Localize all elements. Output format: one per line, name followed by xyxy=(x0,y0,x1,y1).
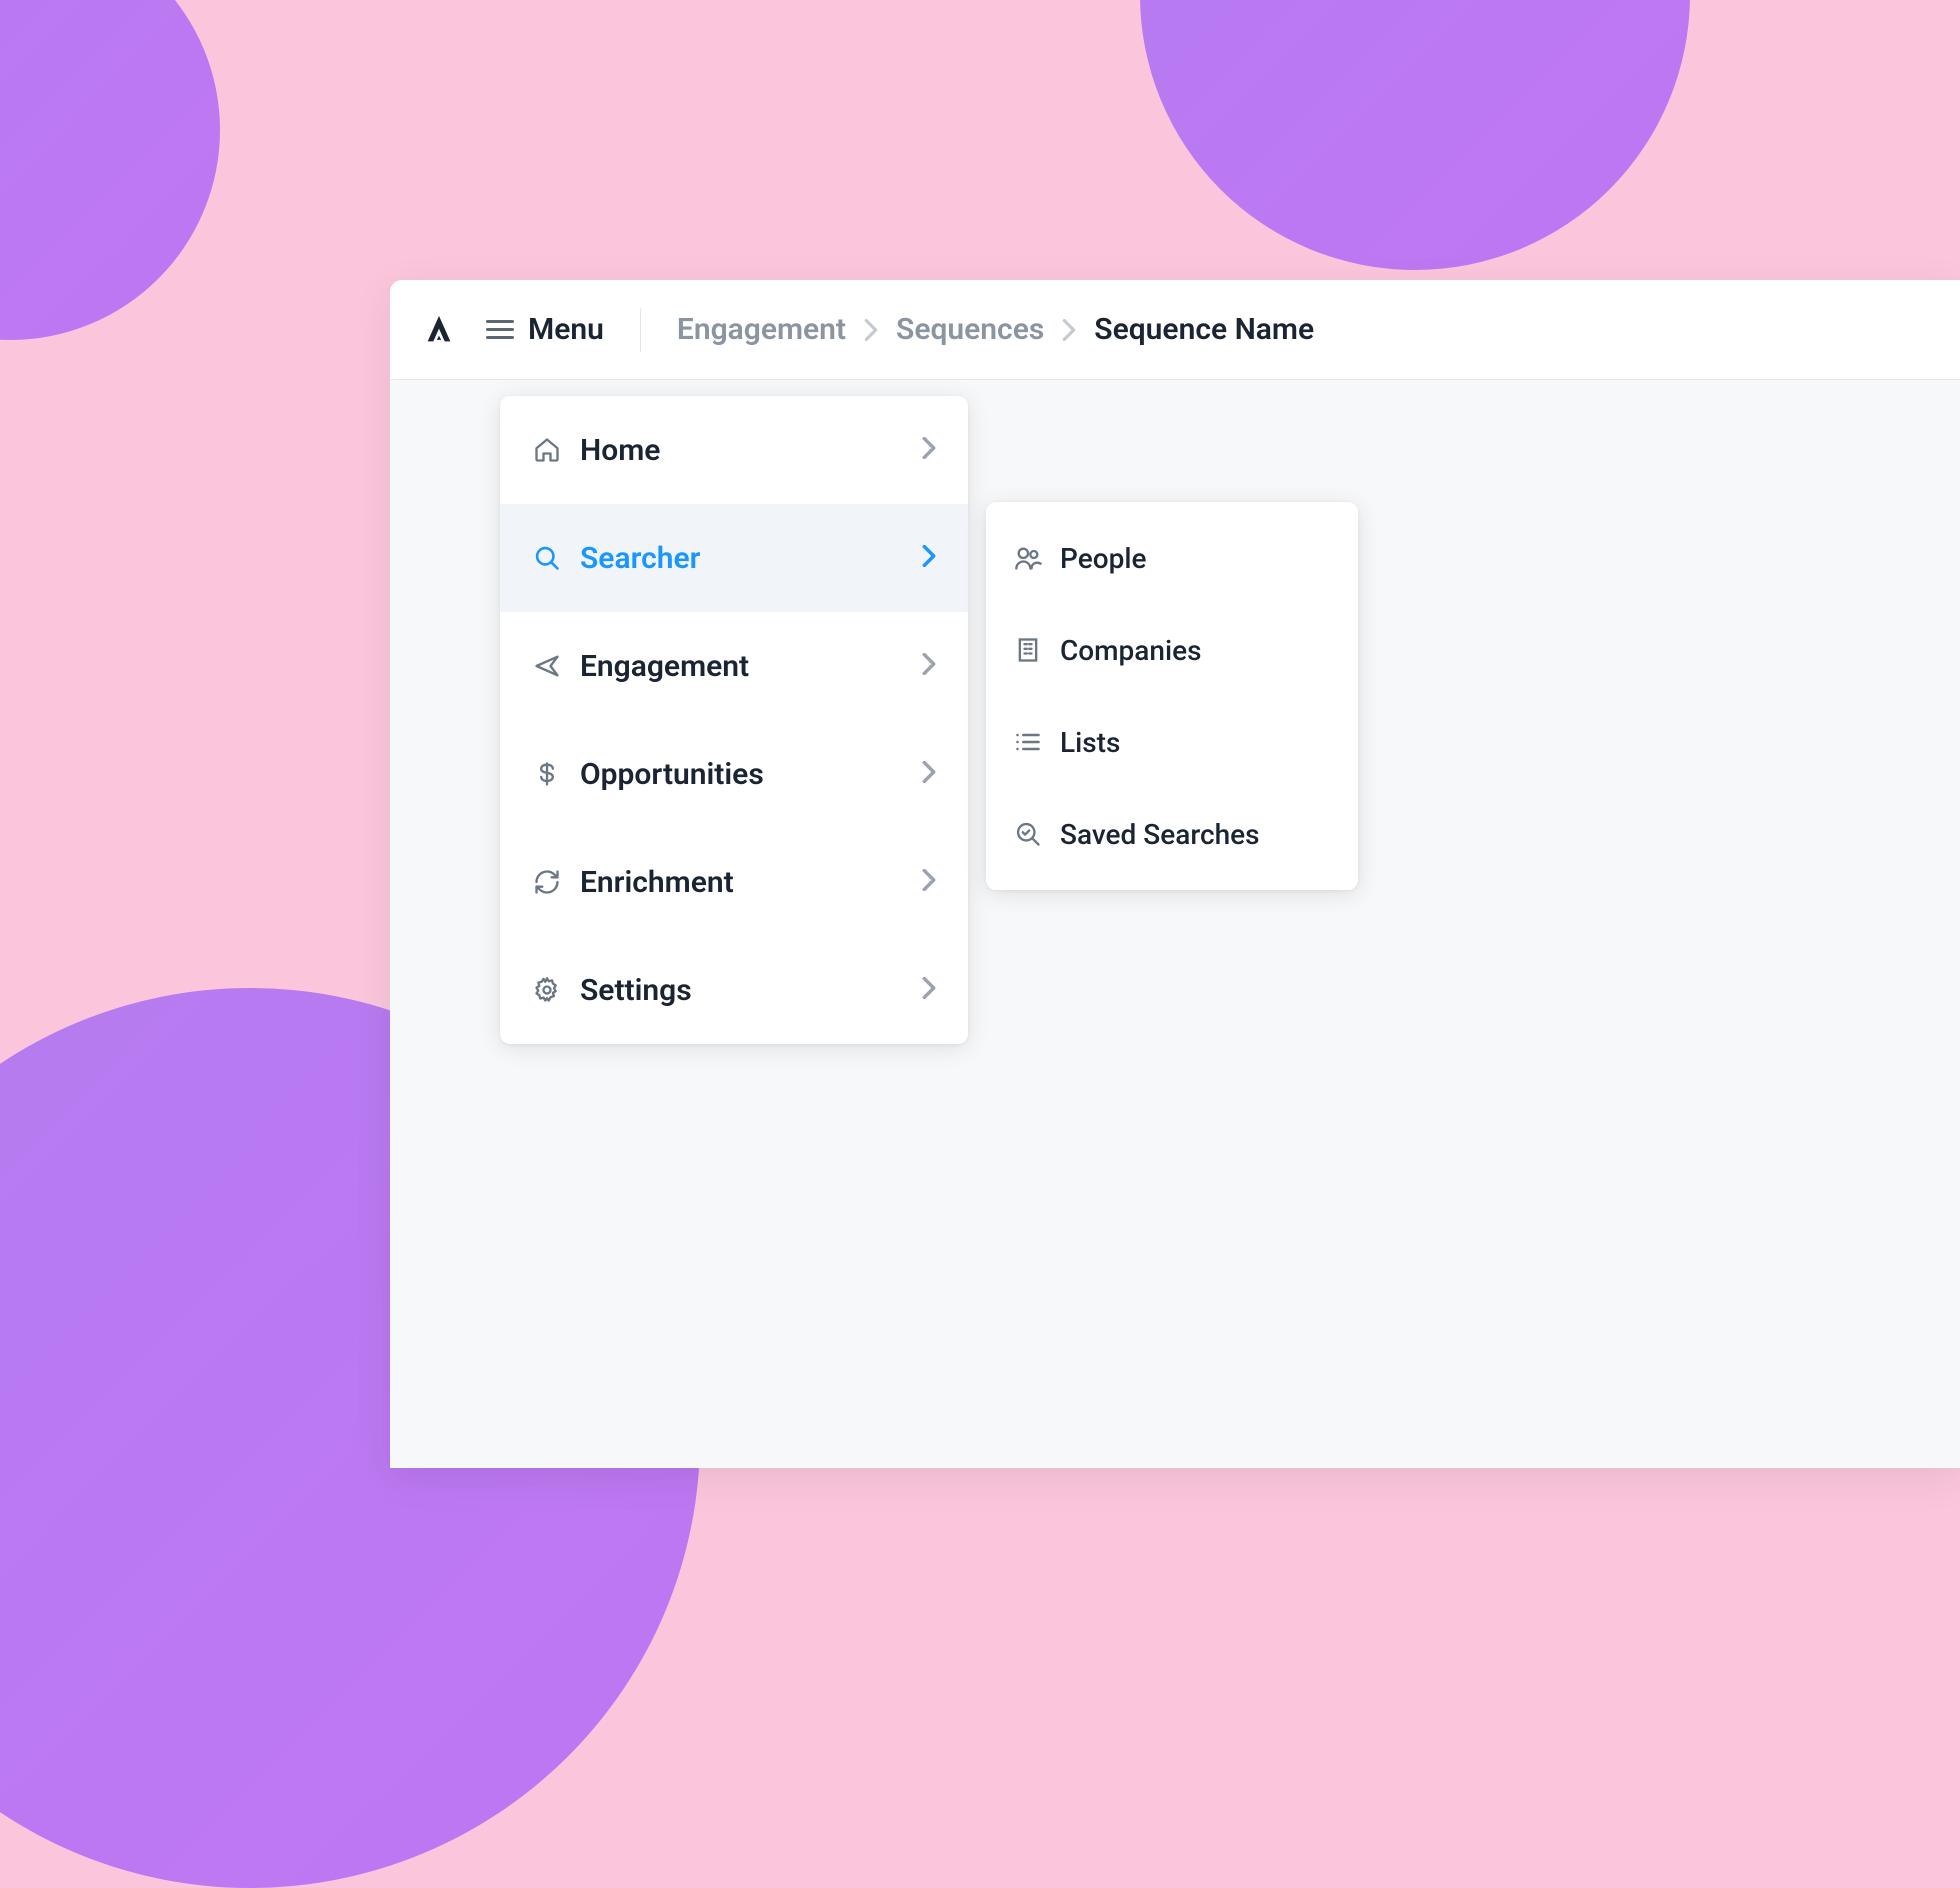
menu-item-label: Home xyxy=(580,433,904,468)
menu-item-searcher[interactable]: Searcher xyxy=(500,504,968,612)
top-bar: Menu Engagement Sequences Sequence Name xyxy=(390,280,1960,380)
building-icon xyxy=(1014,636,1042,664)
menu-item-engagement[interactable]: Engagement xyxy=(500,612,968,720)
list-icon xyxy=(1014,728,1042,756)
submenu-item-lists[interactable]: Lists xyxy=(986,696,1358,788)
breadcrumb-item-current: Sequence Name xyxy=(1094,312,1314,347)
hamburger-icon xyxy=(486,320,514,339)
gear-icon xyxy=(532,975,562,1005)
breadcrumb-item[interactable]: Sequences xyxy=(896,312,1044,347)
submenu-item-companies[interactable]: Companies xyxy=(986,604,1358,696)
home-icon xyxy=(532,435,562,465)
app-window: Menu Engagement Sequences Sequence Name … xyxy=(390,280,1960,1468)
chevron-right-icon xyxy=(922,545,936,571)
chevron-right-icon xyxy=(1062,319,1076,341)
menu-item-label: Opportunities xyxy=(580,757,904,792)
breadcrumb: Engagement Sequences Sequence Name xyxy=(677,312,1314,347)
people-icon xyxy=(1014,544,1042,572)
chevron-right-icon xyxy=(922,869,936,895)
chevron-right-icon xyxy=(864,319,878,341)
menu-toggle[interactable]: Menu xyxy=(486,312,604,347)
menu-item-home[interactable]: Home xyxy=(500,396,968,504)
menu-item-opportunities[interactable]: Opportunities xyxy=(500,720,968,828)
decorative-circle xyxy=(0,0,220,340)
menu-item-label: Engagement xyxy=(580,649,904,684)
chevron-right-icon xyxy=(922,977,936,1003)
searcher-submenu: People Companies Lists Saved Searches xyxy=(986,502,1358,890)
refresh-icon xyxy=(532,867,562,897)
app-logo[interactable] xyxy=(420,311,458,349)
chevron-right-icon xyxy=(922,437,936,463)
menu-label: Menu xyxy=(528,312,604,347)
submenu-item-label: Lists xyxy=(1060,726,1120,759)
menu-item-label: Settings xyxy=(580,973,904,1008)
main-menu-dropdown: Home Searcher Engagement xyxy=(500,396,968,1044)
search-icon xyxy=(532,543,562,573)
send-icon xyxy=(532,651,562,681)
chevron-right-icon xyxy=(922,761,936,787)
menu-item-label: Enrichment xyxy=(580,865,904,900)
submenu-item-label: Saved Searches xyxy=(1060,818,1260,851)
submenu-item-people[interactable]: People xyxy=(986,512,1358,604)
submenu-item-label: People xyxy=(1060,542,1146,575)
submenu-item-label: Companies xyxy=(1060,634,1202,667)
decorative-circle xyxy=(1140,0,1690,270)
divider xyxy=(640,308,641,352)
menu-item-label: Searcher xyxy=(580,541,904,576)
dollar-icon xyxy=(532,759,562,789)
menu-item-settings[interactable]: Settings xyxy=(500,936,968,1044)
menu-item-enrichment[interactable]: Enrichment xyxy=(500,828,968,936)
submenu-item-saved-searches[interactable]: Saved Searches xyxy=(986,788,1358,880)
breadcrumb-item[interactable]: Engagement xyxy=(677,312,846,347)
chevron-right-icon xyxy=(922,653,936,679)
saved-search-icon xyxy=(1014,820,1042,848)
